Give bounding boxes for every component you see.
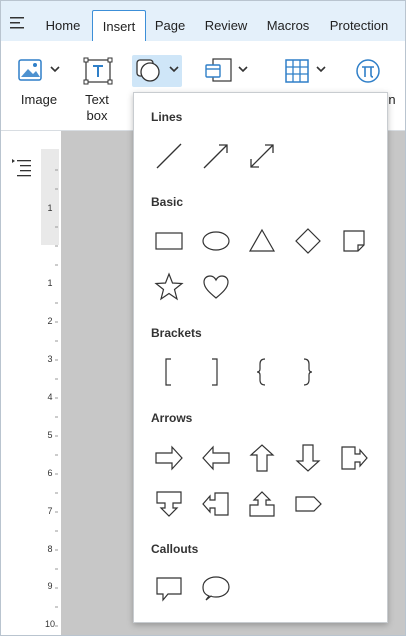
- menu-icon[interactable]: [9, 16, 27, 30]
- rectangle-shape-icon[interactable]: [153, 225, 185, 257]
- line-shape-icon[interactable]: [153, 140, 185, 172]
- ellipse-shape-icon[interactable]: [200, 225, 232, 257]
- down-arrow-shape-icon[interactable]: [292, 442, 324, 474]
- pentagon-arrow-shape-icon[interactable]: [292, 488, 324, 520]
- shapes-icon[interactable]: [135, 58, 163, 84]
- shapes-dropdown-menu: Lines Basic Brackets Arrows Callouts: [133, 92, 388, 623]
- shapes-dropdown-chevron-icon[interactable]: [169, 65, 179, 73]
- tab-home[interactable]: Home: [41, 10, 85, 41]
- table-icon[interactable]: [284, 58, 310, 84]
- text-box-icon[interactable]: [83, 57, 113, 85]
- tab-page[interactable]: Page: [151, 10, 189, 41]
- folded-corner-shape-icon[interactable]: [338, 225, 370, 257]
- ruler-ticks: [55, 169, 58, 627]
- section-title-arrows: Arrows: [151, 411, 193, 425]
- image-dropdown-chevron-icon[interactable]: [50, 65, 60, 73]
- double-arrow-line-shape-icon[interactable]: [246, 140, 278, 172]
- triangle-shape-icon[interactable]: [246, 225, 278, 257]
- tab-macros[interactable]: Macros: [263, 10, 313, 41]
- app-window: Home Insert Page Review Macros Protectio…: [0, 0, 406, 636]
- image-icon[interactable]: [17, 58, 45, 84]
- left-arrow-shape-icon[interactable]: [200, 442, 232, 474]
- heart-shape-icon[interactable]: [200, 271, 232, 303]
- star-shape-icon[interactable]: [153, 271, 185, 303]
- tab-protection[interactable]: Protection: [326, 10, 392, 41]
- oval-callout-shape-icon[interactable]: [200, 572, 232, 604]
- right-bracket-shape-icon[interactable]: [200, 356, 232, 388]
- section-title-lines: Lines: [151, 110, 183, 124]
- section-title-brackets: Brackets: [151, 326, 202, 340]
- diamond-shape-icon[interactable]: [292, 225, 324, 257]
- ribbon-tab-bar: Home Insert Page Review Macros Protectio…: [1, 1, 405, 41]
- image-button-label[interactable]: Image: [19, 92, 59, 108]
- tab-review[interactable]: Review: [202, 10, 250, 41]
- rectangular-callout-shape-icon[interactable]: [153, 572, 185, 604]
- object-icon[interactable]: [204, 57, 234, 85]
- right-brace-shape-icon[interactable]: [292, 356, 324, 388]
- left-bracket-shape-icon[interactable]: [153, 356, 185, 388]
- table-dropdown-chevron-icon[interactable]: [316, 65, 326, 73]
- arrow-line-shape-icon[interactable]: [200, 140, 232, 172]
- right-arrow-shape-icon[interactable]: [153, 442, 185, 474]
- section-title-basic: Basic: [151, 195, 184, 209]
- left-arrow-callout-shape-icon[interactable]: [200, 488, 232, 520]
- up-arrow-shape-icon[interactable]: [246, 442, 278, 474]
- text-box-button-label-line1[interactable]: Text: [77, 92, 117, 108]
- left-brace-shape-icon[interactable]: [246, 356, 278, 388]
- tab-insert[interactable]: Insert: [92, 10, 146, 41]
- equation-pi-icon[interactable]: [355, 58, 381, 84]
- outline-view-icon[interactable]: [11, 157, 33, 177]
- text-box-button-label-line2[interactable]: box: [77, 108, 117, 124]
- section-title-callouts: Callouts: [151, 542, 199, 556]
- down-arrow-callout-shape-icon[interactable]: [153, 488, 185, 520]
- up-arrow-callout-shape-icon[interactable]: [246, 488, 278, 520]
- right-arrow-callout-shape-icon[interactable]: [338, 442, 370, 474]
- object-dropdown-chevron-icon[interactable]: [238, 65, 248, 73]
